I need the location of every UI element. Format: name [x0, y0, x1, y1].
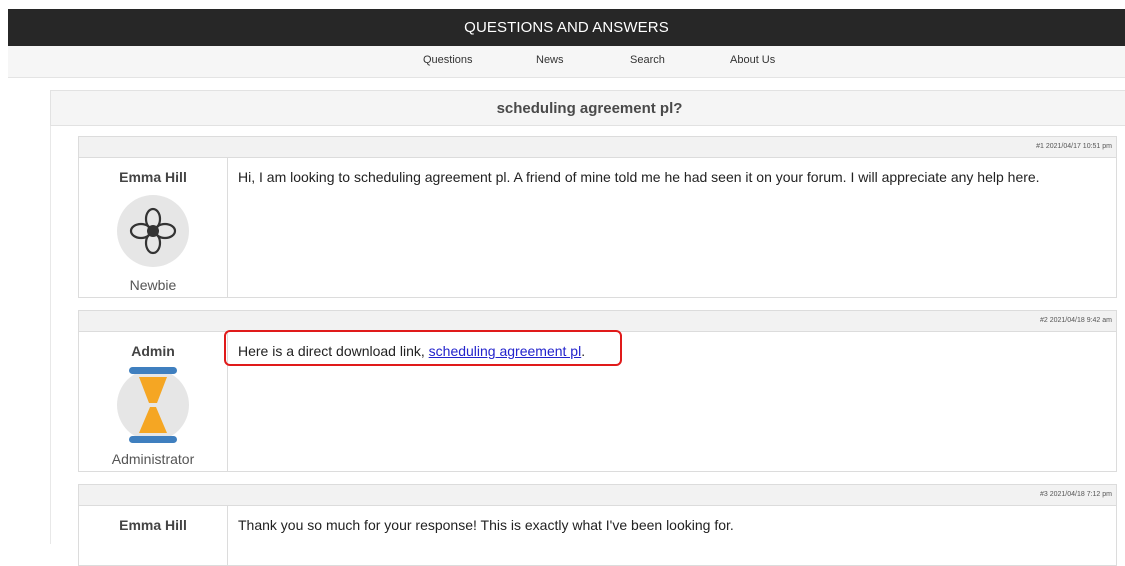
post-3: #3 2021/04/18 7:12 pm Emma Hill Thank yo…	[78, 484, 1117, 566]
thread-title-text: scheduling agreement pl?	[496, 99, 683, 117]
download-link[interactable]: scheduling agreement pl	[429, 343, 582, 359]
author-name[interactable]: Emma Hill	[79, 169, 227, 185]
nav-bar: Questions News Search About Us	[8, 46, 1125, 78]
thread-title: scheduling agreement pl?	[50, 90, 1125, 126]
site-header: QUESTIONS AND ANSWERS	[8, 9, 1125, 46]
avatar[interactable]	[117, 367, 189, 443]
post-text: Here is a direct download link,	[238, 343, 429, 359]
post-meta: #1 2021/04/17 10:51 pm	[79, 137, 1116, 158]
hourglass-icon	[129, 367, 177, 443]
post-1: #1 2021/04/17 10:51 pm Emma Hill Newbie …	[78, 136, 1117, 298]
post-author-panel: Admin Administrator	[79, 332, 228, 471]
flower-icon	[129, 207, 177, 255]
author-role: Administrator	[111, 451, 195, 467]
nav-link-news[interactable]: News	[536, 54, 564, 66]
site-title: QUESTIONS AND ANSWERS	[464, 19, 669, 36]
post-author-panel: Emma Hill Newbie	[79, 158, 228, 297]
author-role: Newbie	[129, 277, 177, 293]
nav-link-about-us[interactable]: About Us	[730, 54, 775, 66]
post-meta: #3 2021/04/18 7:12 pm	[79, 485, 1116, 506]
post-text-suffix: .	[581, 343, 586, 359]
author-name[interactable]: Emma Hill	[79, 517, 227, 533]
author-name[interactable]: Admin	[79, 343, 227, 359]
nav-link-search[interactable]: Search	[630, 54, 665, 66]
post-content: Hi, I am looking to scheduling agreement…	[238, 169, 1040, 185]
post-2: #2 2021/04/18 9:42 am Admin Administrato…	[78, 310, 1117, 472]
post-content: Here is a direct download link, scheduli…	[228, 332, 1116, 471]
post-meta: #2 2021/04/18 9:42 am	[79, 311, 1116, 332]
nav-link-questions[interactable]: Questions	[423, 54, 473, 66]
avatar[interactable]	[117, 195, 189, 267]
